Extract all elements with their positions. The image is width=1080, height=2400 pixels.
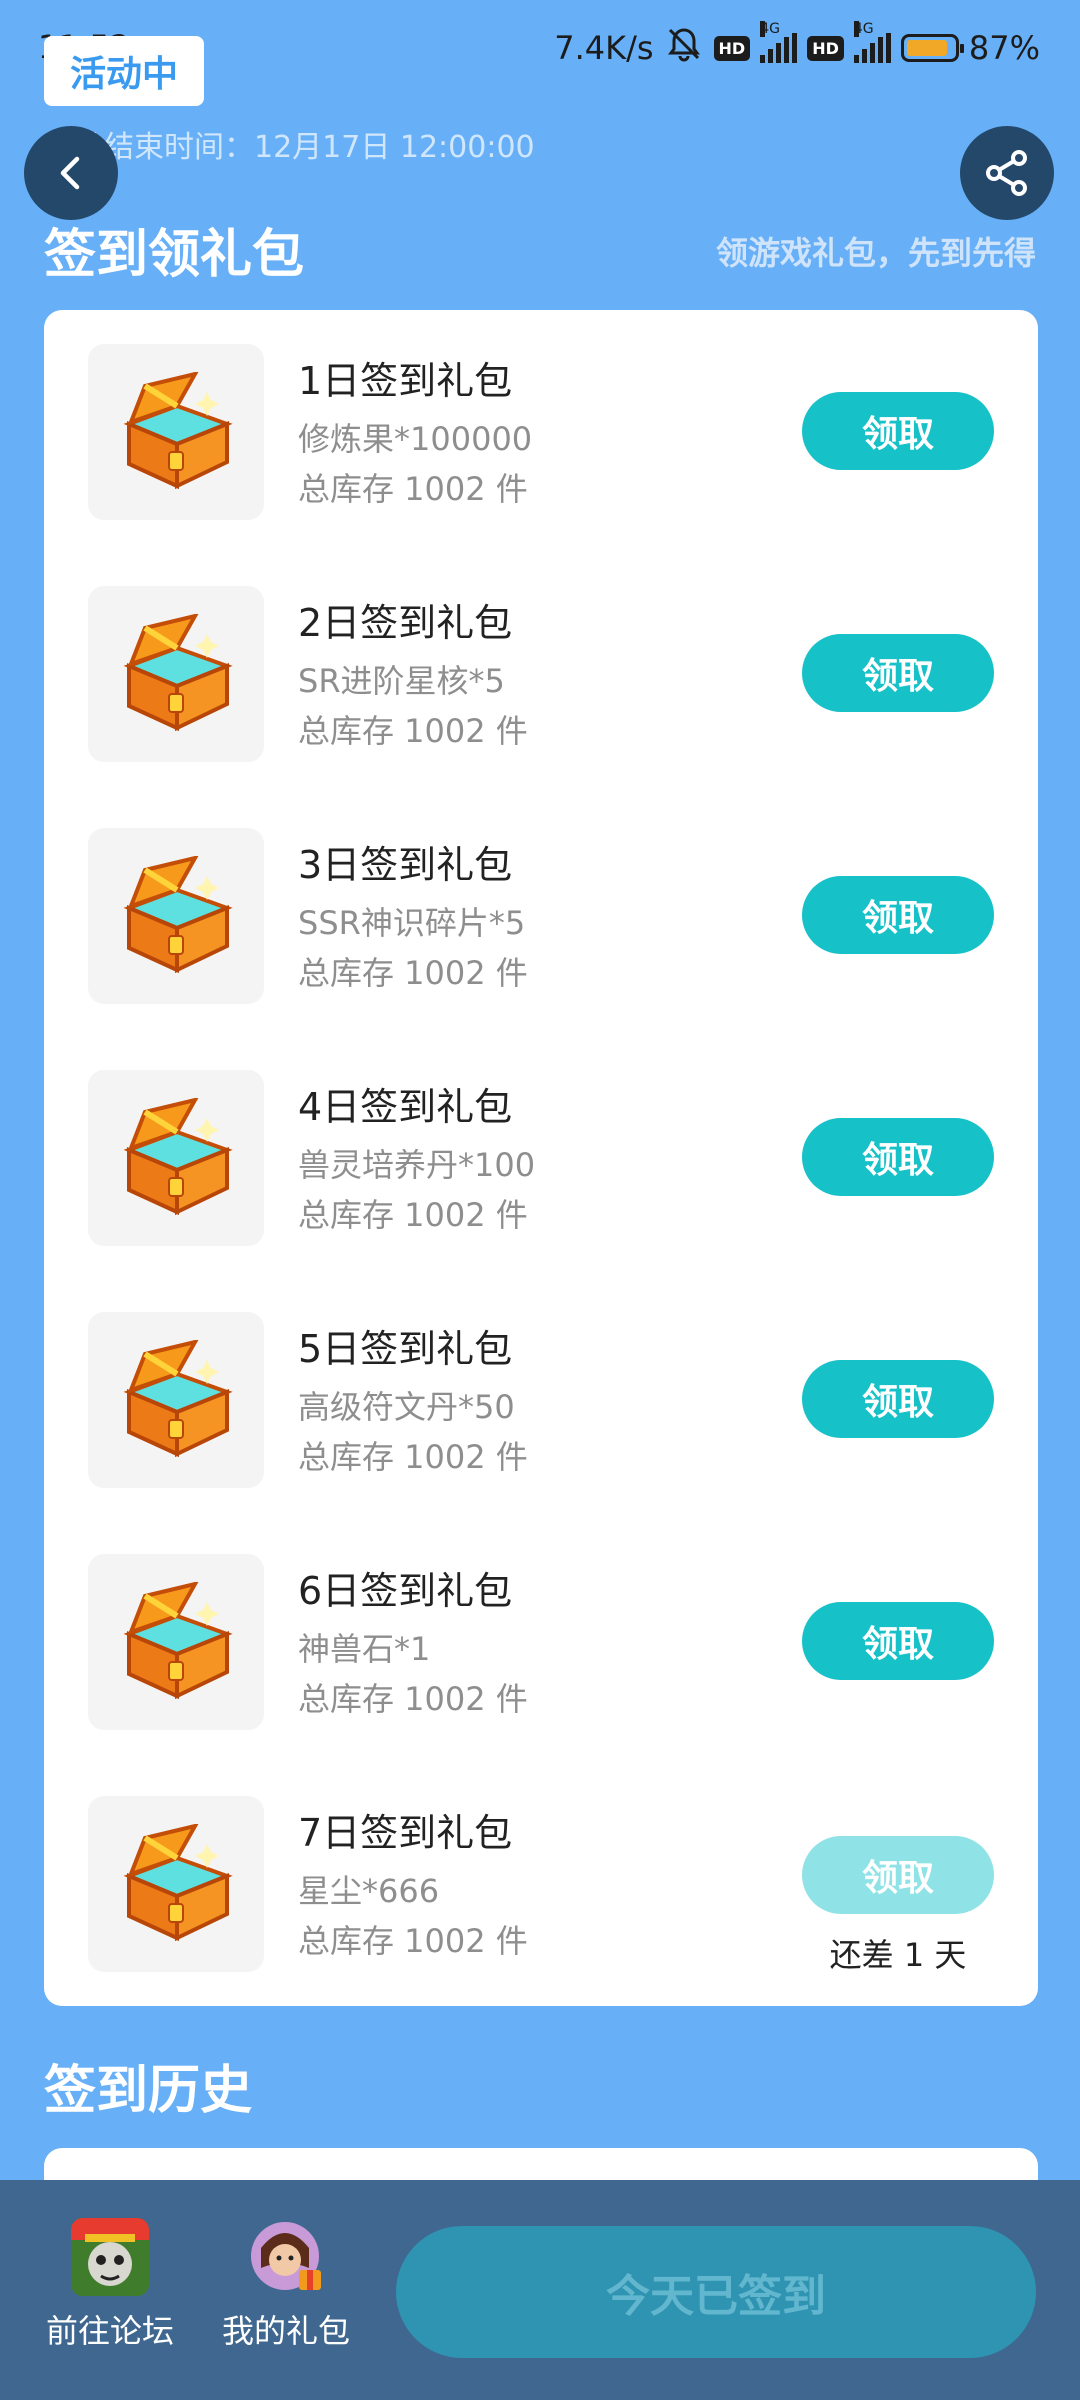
gift-stock: 总库存 1002 件 [298, 1680, 528, 1718]
gift-stock: 总库存 1002 件 [298, 1196, 528, 1234]
gift-name: 5日签到礼包 [298, 1327, 513, 1371]
gift-item: 兽灵培养丹*100 [298, 1146, 536, 1184]
mute-bell-icon [664, 24, 704, 72]
back-button[interactable] [24, 126, 118, 220]
character-gift-icon [247, 2218, 325, 2296]
network-type-label: 4G [760, 21, 780, 37]
claim-button[interactable]: 领取 [802, 1602, 994, 1680]
gift-row: 3日签到礼包 SSR神识碎片*5 总库存 1002 件 领取 [44, 794, 1038, 1004]
bottom-action-bar: 前往论坛 我的礼包 今天已签到 [0, 2180, 1080, 2400]
claim-button[interactable]: 领取 [802, 876, 994, 954]
gift-name: 3日签到礼包 [298, 843, 513, 887]
claim-button[interactable]: 领取 [802, 1118, 994, 1196]
gift-name: 4日签到礼包 [298, 1085, 513, 1129]
gift-item: SSR神识碎片*5 [298, 904, 526, 942]
gift-item: 星尘*666 [298, 1872, 440, 1910]
page: 11:52 7.4K/s HD 4G HD 4G 87% [0, 0, 1080, 2400]
gift-name: 7日签到礼包 [298, 1811, 513, 1855]
gift-stock: 总库存 1002 件 [298, 954, 528, 992]
forum-link[interactable]: 前往论坛 [20, 2218, 200, 2352]
gift-stock: 总库存 1002 件 [298, 1438, 528, 1476]
gift-row: 5日签到礼包 高级符文丹*50 总库存 1002 件 领取 [44, 1278, 1038, 1488]
my-gifts-label: 我的礼包 [221, 2312, 350, 2350]
gift-row: 7日签到礼包 星尘*666 总库存 1002 件 领取 还差 1 天 [44, 1762, 1038, 1974]
gift-item: 神兽石*1 [298, 1630, 431, 1668]
forum-label: 前往论坛 [45, 2312, 174, 2350]
days-remaining-label: 还差 1 天 [829, 1936, 967, 1974]
gift-name: 6日签到礼包 [298, 1569, 513, 1613]
treasure-chest-icon [88, 1554, 264, 1730]
share-icon [986, 150, 1027, 196]
network-speed: 7.4K/s [554, 29, 654, 67]
hd-icon: HD [807, 35, 844, 61]
gift-stock: 总库存 1002 件 [298, 470, 528, 508]
treasure-chest-icon [88, 586, 264, 762]
signin-section-subtitle: 领游戏礼包，先到先得 [715, 234, 1036, 272]
my-gifts-link[interactable]: 我的礼包 [196, 2218, 376, 2352]
history-section-title: 签到历史 [44, 2061, 253, 2121]
gift-item: SR进阶星核*5 [298, 662, 505, 700]
signed-in-today-button[interactable]: 今天已签到 [396, 2226, 1036, 2358]
claim-button[interactable]: 领取 [802, 392, 994, 470]
treasure-chest-icon [88, 344, 264, 520]
signin-section-title: 签到领礼包 [44, 225, 305, 285]
treasure-chest-icon [88, 1312, 264, 1488]
game-avatar-icon [71, 2218, 149, 2296]
activity-end-time: 活动结束时间：12月17日 12:00:00 [44, 130, 535, 165]
share-button[interactable] [960, 126, 1054, 220]
claim-button-disabled: 领取 [802, 1836, 994, 1914]
claim-button[interactable]: 领取 [802, 1360, 994, 1438]
treasure-chest-icon [88, 1070, 264, 1246]
hd-icon: HD [713, 35, 751, 61]
gift-item: 修炼果*100000 [298, 420, 533, 458]
signal-icon: 4G [853, 21, 891, 63]
treasure-chest-icon [88, 828, 264, 1004]
treasure-chest-icon [88, 1796, 264, 1972]
status-icons: 7.4K/s HD 4G HD 4G 87% [554, 21, 1040, 72]
gift-name: 2日签到礼包 [298, 601, 513, 645]
gift-row: 6日签到礼包 神兽石*1 总库存 1002 件 领取 [44, 1520, 1038, 1730]
activity-status-tag: 活动中 [44, 36, 204, 106]
gift-stock: 总库存 1002 件 [298, 712, 528, 750]
gift-row: 4日签到礼包 兽灵培养丹*100 总库存 1002 件 领取 [44, 1036, 1038, 1246]
gift-name: 1日签到礼包 [298, 359, 513, 403]
claim-button[interactable]: 领取 [802, 634, 994, 712]
battery-icon [900, 34, 964, 62]
gift-list-card: 1日签到礼包 修炼果*100000 总库存 1002 件 领取 2日签到礼包 S… [44, 310, 1038, 2006]
gift-stock: 总库存 1002 件 [298, 1922, 528, 1960]
network-type-label: 4G [853, 21, 874, 37]
signal-icon: 4G [760, 21, 798, 63]
chevron-left-icon [60, 156, 80, 190]
gift-row: 2日签到礼包 SR进阶星核*5 总库存 1002 件 领取 [44, 552, 1038, 762]
battery-percent: 87% [968, 29, 1040, 67]
gift-item: 高级符文丹*50 [298, 1388, 515, 1426]
gift-row: 1日签到礼包 修炼果*100000 总库存 1002 件 领取 [44, 310, 1038, 520]
